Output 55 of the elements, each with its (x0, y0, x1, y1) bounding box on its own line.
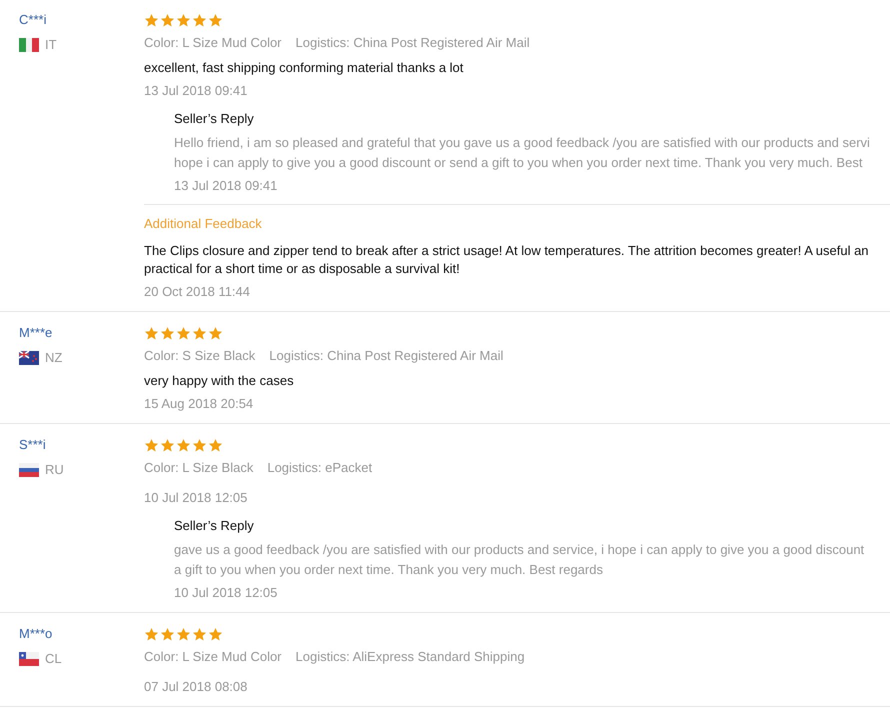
color-option: Color: L Size Mud Color (144, 648, 282, 666)
reply-text: gave us a good feedback /you are satisfied with our products and service, i hope i can apply to give you a good discount a gift to you when you order next time. Thank you very much. Best regards (174, 541, 864, 579)
star-icon (160, 438, 175, 452)
flag-icon (19, 463, 39, 477)
review-text: very happy with the cases (144, 372, 294, 390)
color-option: Color: S Size Black (144, 347, 256, 365)
star-icon (192, 438, 207, 452)
reply-title: Seller’s Reply (174, 110, 254, 128)
color-option: Color: L Size Black (144, 459, 254, 477)
star-icon (176, 626, 191, 642)
review-date: 15 Aug 2018 20:54 (144, 395, 254, 413)
reply-date: 13 Jul 2018 09:41 (174, 177, 278, 195)
additional-feedback-title: Additional Feedback (144, 215, 262, 233)
review-date: 07 Jul 2018 08:08 (144, 678, 248, 696)
star-icon (144, 626, 159, 642)
additional-feedback-date: 20 Oct 2018 11:44 (144, 283, 250, 301)
star-icon (208, 326, 223, 340)
reviewer-name[interactable]: C***i (19, 11, 46, 29)
reviewer-name[interactable]: S***i (19, 436, 46, 454)
reviewer-name[interactable]: M***o (19, 625, 52, 643)
country-code: NZ (45, 349, 62, 367)
logistics-info: Logistics: AliExpress Standard Shipping (296, 648, 525, 666)
star-icon (192, 326, 207, 340)
review-date: 10 Jul 2018 12:05 (144, 489, 248, 507)
star-icon (176, 438, 191, 452)
star-icon (160, 326, 175, 340)
reply-date: 10 Jul 2018 12:05 (174, 584, 278, 602)
flag-icon (19, 351, 39, 365)
country-code: CL (45, 650, 62, 668)
star-icon (176, 12, 191, 28)
logistics-info: Logistics: ePacket (267, 459, 372, 477)
star-icon (176, 326, 191, 340)
star-icon (160, 12, 175, 28)
reply-title: Seller’s Reply (174, 517, 254, 535)
star-icon (208, 438, 223, 452)
star-icon (144, 326, 159, 340)
star-icon (208, 626, 223, 642)
star-icon (144, 12, 159, 28)
country-code: IT (45, 36, 57, 54)
star-icon (144, 438, 159, 452)
color-option: Color: L Size Mud Color (144, 34, 282, 52)
star-icon (208, 12, 223, 28)
logistics-info: Logistics: China Post Registered Air Mail (296, 34, 530, 52)
star-icon (192, 12, 207, 28)
flag-icon (19, 38, 39, 52)
logistics-info: Logistics: China Post Registered Air Mail (269, 347, 504, 365)
country-code: RU (45, 461, 64, 479)
review-text: excellent, fast shipping conforming material thanks a lot (144, 59, 464, 77)
additional-feedback-text: The Clips closure and zipper tend to break after a strict usage! At low temperatures. The attrition becomes greater! A useful an practical for a short time or as disposable a survival kit! (144, 242, 869, 278)
flag-icon (19, 652, 39, 666)
reply-text: Hello friend, i am so pleased and grateful that you gave us a good feedback /you are satisfied with our products and servi hope i can apply to give you a good discount or send a gift to you when you order next time. Thank you very much. Best (174, 134, 870, 172)
reviewer-name[interactable]: M***e (19, 324, 52, 342)
star-icon (160, 626, 175, 642)
review-date: 13 Jul 2018 09:41 (144, 82, 248, 100)
star-icon (192, 626, 207, 642)
